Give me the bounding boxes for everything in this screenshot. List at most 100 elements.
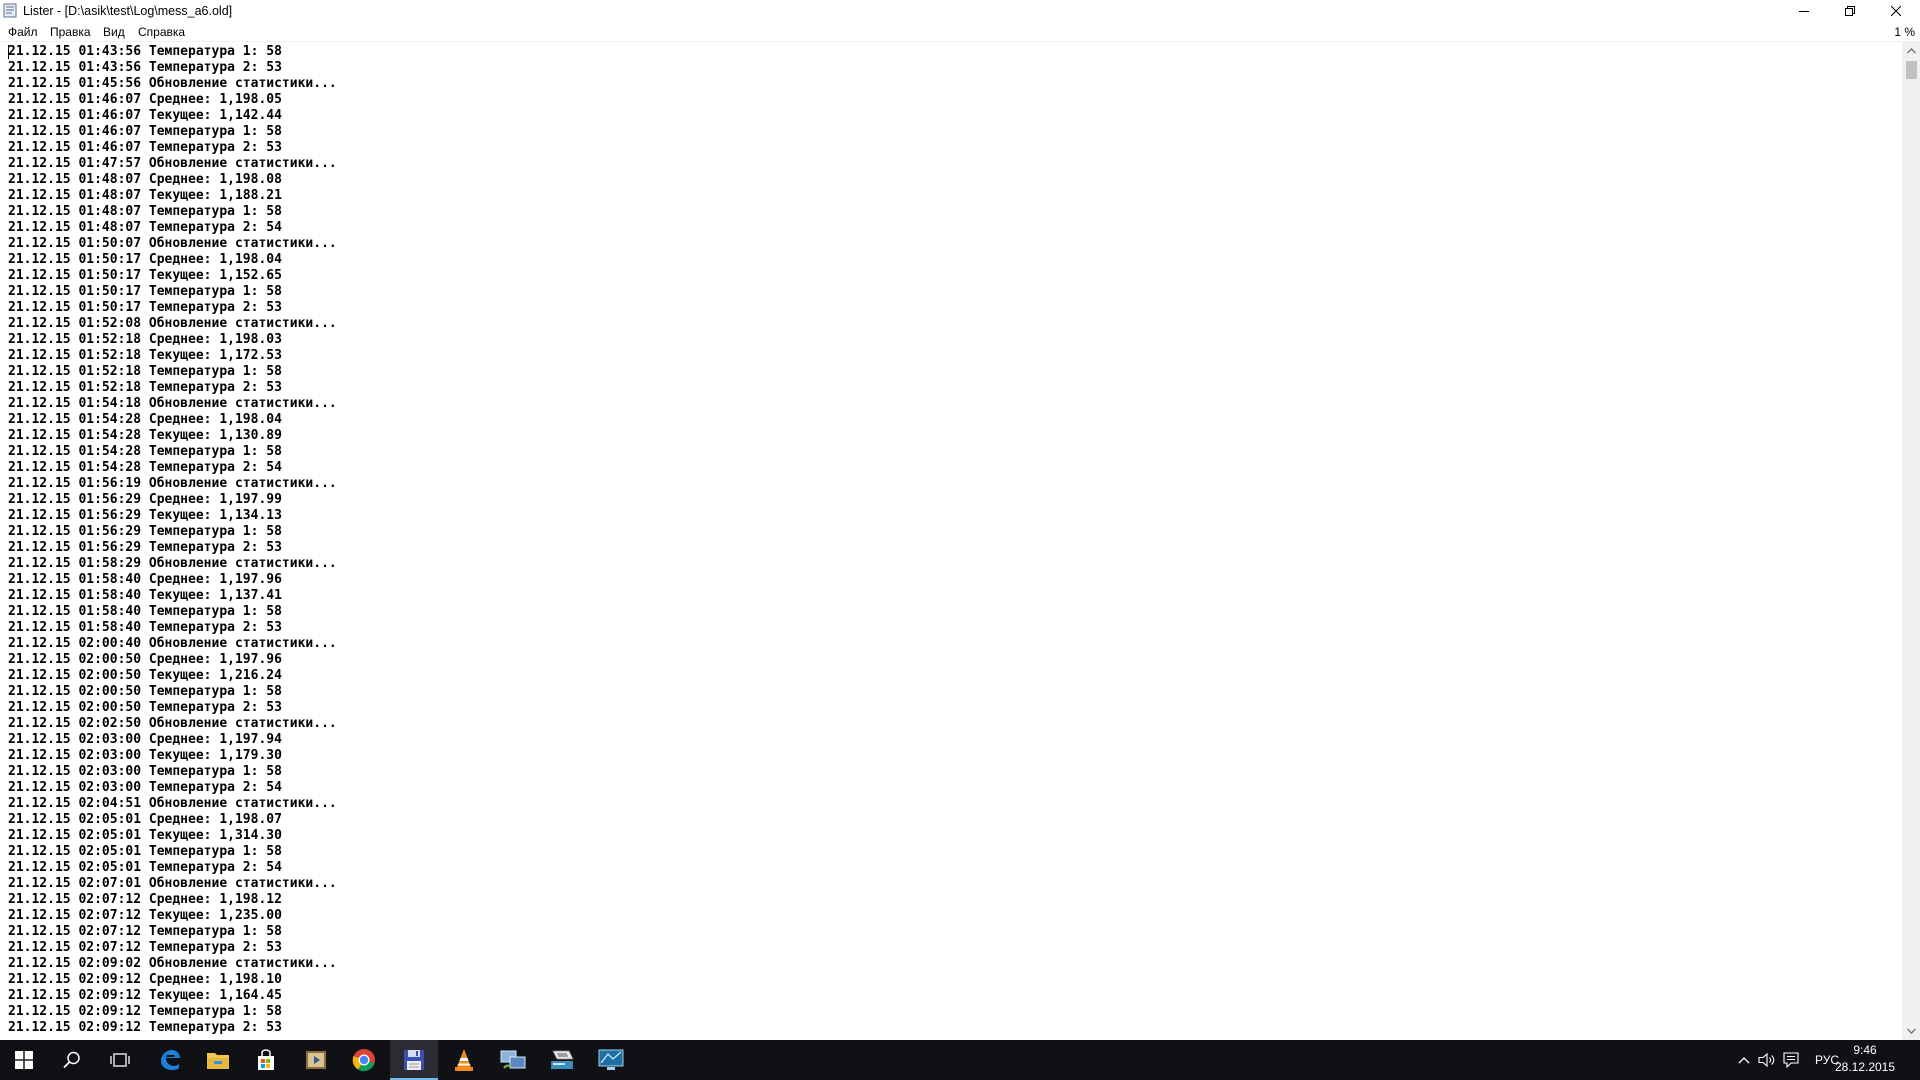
log-line: 21.12.15 02:00:50 Температура 1: 58 bbox=[8, 684, 282, 699]
log-line: 21.12.15 01:56:19 Обновление статистики.… bbox=[8, 476, 337, 491]
log-line: 21.12.15 01:50:17 Текущее: 1,152.65 bbox=[8, 268, 282, 283]
monitor-app-icon bbox=[598, 1049, 624, 1070]
log-line: 21.12.15 01:45:56 Обновление статистики.… bbox=[8, 76, 337, 91]
menu-bar: Файл Правка Вид Справка 1 % bbox=[0, 22, 1920, 42]
log-line: 21.12.15 02:09:12 Текущее: 1,164.45 bbox=[8, 988, 282, 1003]
taskbar-app-monitor[interactable] bbox=[587, 1040, 635, 1080]
log-line: 21.12.15 01:54:28 Температура 2: 54 bbox=[8, 460, 282, 475]
menu-edit[interactable]: Правка bbox=[50, 25, 91, 39]
restore-button[interactable] bbox=[1827, 0, 1873, 22]
log-line: 21.12.15 02:00:50 Текущее: 1,216.24 bbox=[8, 668, 282, 683]
log-line: 21.12.15 01:46:07 Температура 1: 58 bbox=[8, 124, 282, 139]
search-icon bbox=[63, 1051, 80, 1069]
log-line: 21.12.15 01:48:07 Текущее: 1,188.21 bbox=[8, 188, 282, 203]
scroll-down-button[interactable] bbox=[1902, 1022, 1920, 1040]
windows-start-icon bbox=[15, 1051, 33, 1069]
log-line: 21.12.15 01:54:28 Температура 1: 58 bbox=[8, 444, 282, 459]
minimize-icon bbox=[1799, 11, 1809, 12]
menu-help[interactable]: Справка bbox=[138, 25, 185, 39]
log-line: 21.12.15 02:03:00 Текущее: 1,179.30 bbox=[8, 748, 282, 763]
log-line: 21.12.15 01:56:29 Текущее: 1,134.13 bbox=[8, 508, 282, 523]
menu-view[interactable]: Вид bbox=[103, 25, 125, 39]
title-bar: Lister - [D:\asik\test\Log\mess_a6.old] bbox=[0, 0, 1920, 22]
minimize-button[interactable] bbox=[1781, 0, 1827, 22]
log-line: 21.12.15 01:48:07 Температура 2: 54 bbox=[8, 220, 282, 235]
log-line: 21.12.15 02:03:00 Температура 2: 54 bbox=[8, 780, 282, 795]
taskbar-app-media-player[interactable] bbox=[292, 1040, 340, 1080]
search-button[interactable] bbox=[48, 1040, 96, 1080]
log-line: 21.12.15 01:46:07 Среднее: 1,198.05 bbox=[8, 92, 282, 107]
log-line: 21.12.15 02:07:12 Текущее: 1,235.00 bbox=[8, 908, 282, 923]
log-line: 21.12.15 01:58:40 Температура 2: 53 bbox=[8, 620, 282, 635]
close-icon bbox=[1891, 6, 1901, 16]
task-view-icon bbox=[110, 1053, 130, 1067]
taskbar-app-explorer[interactable] bbox=[194, 1040, 242, 1080]
tray-overflow-button[interactable] bbox=[1736, 1040, 1752, 1080]
log-line: 21.12.15 01:50:17 Среднее: 1,198.04 bbox=[8, 252, 282, 267]
log-line: 21.12.15 02:07:12 Температура 2: 53 bbox=[8, 940, 282, 955]
taskbar-app-lister[interactable] bbox=[390, 1040, 438, 1080]
vlc-icon bbox=[455, 1049, 473, 1071]
clock-time: 9:46 bbox=[1853, 1043, 1877, 1057]
log-line: 21.12.15 02:09:02 Обновление статистики.… bbox=[8, 956, 337, 971]
log-line: 21.12.15 02:05:01 Температура 1: 58 bbox=[8, 844, 282, 859]
log-line: 21.12.15 01:48:07 Среднее: 1,198.08 bbox=[8, 172, 282, 187]
log-line: 21.12.15 01:50:17 Температура 1: 58 bbox=[8, 284, 282, 299]
close-button[interactable] bbox=[1873, 0, 1919, 22]
taskbar: РУС 9:46 28.12.2015 bbox=[0, 1040, 1920, 1080]
chevron-up-icon bbox=[1906, 48, 1916, 54]
scroll-percent: 1 % bbox=[1894, 25, 1915, 39]
log-line: 21.12.15 01:47:57 Обновление статистики.… bbox=[8, 156, 337, 171]
remote-desktop-icon bbox=[500, 1050, 526, 1069]
log-line: 21.12.15 01:58:40 Температура 1: 58 bbox=[8, 604, 282, 619]
chevron-down-icon bbox=[1906, 1028, 1916, 1034]
taskbar-app-edge[interactable] bbox=[146, 1040, 194, 1080]
lister-app-icon[interactable] bbox=[3, 3, 18, 18]
taskbar-app-remote-desktop[interactable] bbox=[489, 1040, 537, 1080]
floppy-disk-icon bbox=[404, 1050, 424, 1070]
log-line: 21.12.15 01:52:08 Обновление статистики.… bbox=[8, 316, 337, 331]
log-line: 21.12.15 02:00:50 Температура 2: 53 bbox=[8, 700, 282, 715]
log-line: 21.12.15 01:54:28 Текущее: 1,130.89 bbox=[8, 428, 282, 443]
vertical-scrollbar[interactable] bbox=[1902, 42, 1920, 1040]
log-line: 21.12.15 01:46:07 Текущее: 1,142.44 bbox=[8, 108, 282, 123]
log-line: 21.12.15 02:05:01 Температура 2: 54 bbox=[8, 860, 282, 875]
speaker-icon bbox=[1758, 1052, 1775, 1068]
log-line: 21.12.15 01:58:40 Текущее: 1,137.41 bbox=[8, 588, 282, 603]
log-line: 21.12.15 01:56:29 Температура 1: 58 bbox=[8, 524, 282, 539]
taskbar-app-scanner[interactable] bbox=[538, 1040, 586, 1080]
log-line: 21.12.15 02:05:01 Текущее: 1,314.30 bbox=[8, 828, 282, 843]
action-center-button[interactable] bbox=[1780, 1040, 1802, 1080]
taskbar-app-chrome[interactable] bbox=[340, 1040, 388, 1080]
chrome-icon bbox=[352, 1049, 375, 1072]
volume-button[interactable] bbox=[1756, 1040, 1778, 1080]
start-button[interactable] bbox=[0, 1040, 48, 1080]
store-icon bbox=[258, 1049, 274, 1070]
window-title: Lister - [D:\asik\test\Log\mess_a6.old] bbox=[23, 4, 233, 18]
task-view-button[interactable] bbox=[96, 1040, 144, 1080]
taskbar-clock[interactable]: 9:46 28.12.2015 bbox=[1830, 1042, 1900, 1078]
log-line: 21.12.15 01:58:29 Обновление статистики.… bbox=[8, 556, 337, 571]
log-line: 21.12.15 01:52:18 Текущее: 1,172.53 bbox=[8, 348, 282, 363]
log-line: 21.12.15 01:50:07 Обновление статистики.… bbox=[8, 236, 337, 251]
log-line: 21.12.15 02:09:12 Температура 2: 53 bbox=[8, 1020, 282, 1035]
menu-file[interactable]: Файл bbox=[8, 25, 38, 39]
log-viewer[interactable]: 21.12.15 01:43:56 Температура 1: 58 21.12… bbox=[0, 42, 1902, 1040]
notification-icon bbox=[1783, 1052, 1799, 1068]
log-line: 21.12.15 01:52:18 Температура 1: 58 bbox=[8, 364, 282, 379]
edge-icon bbox=[161, 1050, 180, 1070]
log-line: 21.12.15 02:03:00 Температура 1: 58 bbox=[8, 764, 282, 779]
log-line: 21.12.15 02:03:00 Среднее: 1,197.94 bbox=[8, 732, 282, 747]
log-line: 21.12.15 02:02:50 Обновление статистики.… bbox=[8, 716, 337, 731]
log-line: 21.12.15 02:07:01 Обновление статистики.… bbox=[8, 876, 337, 891]
log-line: 21.12.15 01:43:56 Температура 1: 58 bbox=[8, 44, 282, 59]
log-line: 21.12.15 01:50:17 Температура 2: 53 bbox=[8, 300, 282, 315]
log-line: 21.12.15 01:52:18 Среднее: 1,198.03 bbox=[8, 332, 282, 347]
taskbar-app-store[interactable] bbox=[242, 1040, 290, 1080]
scroll-thumb[interactable] bbox=[1906, 61, 1917, 79]
log-line: 21.12.15 01:56:29 Температура 2: 53 bbox=[8, 540, 282, 555]
taskbar-app-vlc[interactable] bbox=[440, 1040, 488, 1080]
scroll-up-button[interactable] bbox=[1902, 42, 1920, 60]
log-line: 21.12.15 01:54:28 Среднее: 1,198.04 bbox=[8, 412, 282, 427]
file-explorer-icon bbox=[207, 1053, 229, 1069]
